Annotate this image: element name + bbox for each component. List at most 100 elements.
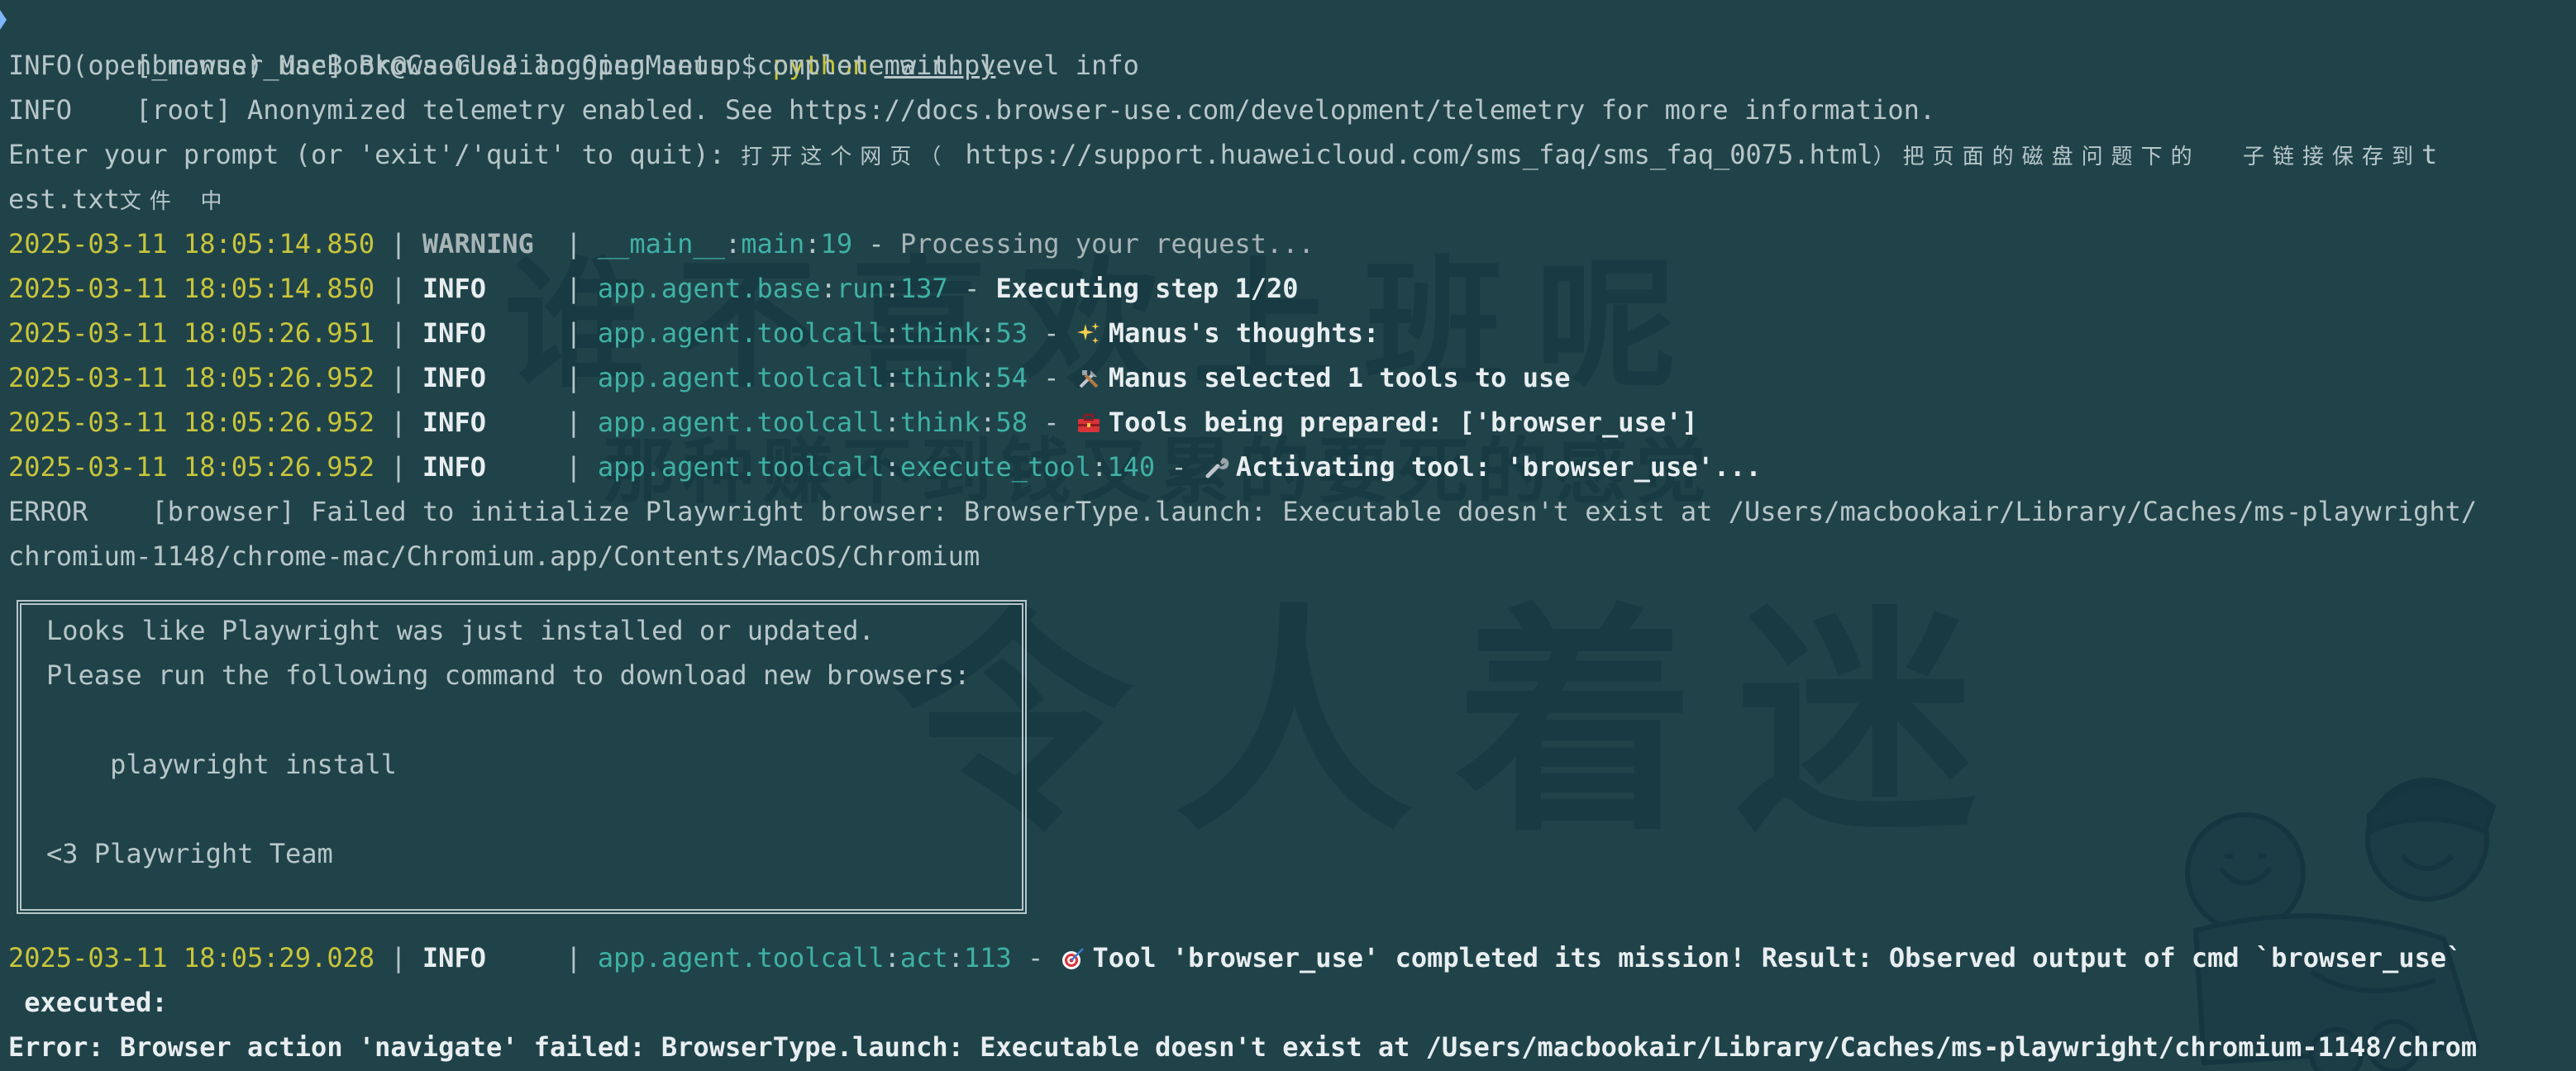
user-prompt-wrap: est.txt文件 中 xyxy=(8,177,231,221)
line-number: 54 xyxy=(995,362,1028,393)
separator: | xyxy=(550,942,598,973)
error-message: Error: Browser action 'navigate' failed:… xyxy=(8,1031,2478,1063)
separator: | xyxy=(550,451,598,483)
wrench-icon xyxy=(1205,457,1229,478)
log-message: Tools being prepared: ['browser_use'] xyxy=(1108,407,1698,438)
separator: - xyxy=(1028,362,1076,393)
module-name: __main__ xyxy=(597,228,725,259)
toolbox-icon xyxy=(1077,413,1100,432)
separator: - xyxy=(1028,407,1076,438)
separator: | xyxy=(550,362,598,393)
line-number: 19 xyxy=(820,228,853,259)
log-level: WARNING xyxy=(422,228,551,259)
log-level: INFO xyxy=(422,317,551,349)
separator: | xyxy=(374,273,422,304)
prompt-cn-3: 文件 中 xyxy=(119,189,231,214)
log-message: Executing step 1/20 xyxy=(995,273,1299,304)
prompt-url: https://support.huaweicloud.com/sms_faq/… xyxy=(949,139,1873,170)
function-name: think xyxy=(899,317,980,349)
line-number: 53 xyxy=(995,317,1028,349)
prompt-cn-1: 打开这个网页（ xyxy=(741,145,950,169)
module-name: app.agent.toolcall xyxy=(597,407,885,438)
prompt-marker-icon xyxy=(0,10,7,30)
timestamp: 2025-03-11 18:05:26.952 xyxy=(8,451,375,483)
function-name: execute_tool xyxy=(899,451,1092,483)
shell-prompt-line: (open_manus) MacBook@CaoGuoJian OpenManu… xyxy=(0,0,995,81)
separator: - xyxy=(1028,317,1076,349)
log-entry: 2025-03-11 18:05:26.951 | INFO | app.age… xyxy=(8,317,1380,349)
log-entry: 2025-03-11 18:05:14.850 | INFO | app.age… xyxy=(8,273,1299,304)
tools-icon xyxy=(1079,370,1099,388)
log-message: Processing your request... xyxy=(899,228,1314,259)
log-message: Activating tool: 'browser_use'... xyxy=(1235,451,1762,483)
timestamp: 2025-03-11 18:05:26.951 xyxy=(8,317,375,349)
error-line-wrap: chromium-1148/chrome-mac/Chromium.app/Co… xyxy=(8,540,980,572)
notice-line: Please run the following command to down… xyxy=(46,659,971,691)
module-name: app.agent.toolcall xyxy=(597,317,885,349)
separator: | xyxy=(550,407,598,438)
function-name: main xyxy=(741,228,805,259)
target-icon xyxy=(1061,948,1084,969)
separator: | xyxy=(374,362,422,393)
notice-command: playwright install xyxy=(46,749,397,780)
notice-line: Looks like Playwright was just installed… xyxy=(46,615,875,646)
sparkles-icon xyxy=(1076,322,1100,344)
log-message: Manus selected 1 tools to use xyxy=(1108,362,1571,393)
function-name: think xyxy=(899,362,980,393)
timestamp: 2025-03-11 18:05:29.028 xyxy=(8,942,375,973)
timestamp: 2025-03-11 18:05:26.952 xyxy=(8,362,375,393)
log-entry: 2025-03-11 18:05:29.028 | INFO | app.age… xyxy=(8,942,2463,973)
log-message: Manus's thoughts: xyxy=(1108,317,1380,349)
log-line: INFO [browser_use] BrowserUse logging se… xyxy=(8,43,1139,88)
function-name: think xyxy=(899,407,980,438)
separator: | xyxy=(374,228,422,259)
log-level: INFO xyxy=(422,362,551,393)
error-line: ERROR [browser] Failed to initialize Pla… xyxy=(8,496,2478,527)
separator: - xyxy=(947,273,996,304)
log-level: INFO xyxy=(422,407,551,438)
function-name: run xyxy=(836,273,885,304)
log-text: [browser_use] BrowserUse logging setup c… xyxy=(72,50,1139,81)
separator: - xyxy=(1155,451,1203,483)
log-level: INFO xyxy=(422,451,551,483)
separator: - xyxy=(1011,942,1060,973)
separator: - xyxy=(852,228,900,259)
prompt-label: Enter your prompt (or 'exit'/'quit' to q… xyxy=(8,139,742,170)
separator: | xyxy=(374,451,422,483)
line-number: 140 xyxy=(1107,451,1156,483)
timestamp: 2025-03-11 18:05:14.850 xyxy=(8,273,375,304)
timestamp: 2025-03-11 18:05:14.850 xyxy=(8,228,375,259)
module-name: app.agent.toolcall xyxy=(597,451,885,483)
log-text: [root] Anonymized telemetry enabled. See… xyxy=(72,94,1936,126)
timestamp: 2025-03-11 18:05:26.952 xyxy=(8,407,375,438)
log-line: INFO [root] Anonymized telemetry enabled… xyxy=(8,88,1935,132)
line-number: 58 xyxy=(995,407,1028,438)
playwright-notice-box: Looks like Playwright was just installed… xyxy=(17,600,1027,914)
function-name: act xyxy=(899,942,948,973)
log-message-wrap: executed: xyxy=(8,987,168,1018)
user-prompt-line: Enter your prompt (or 'exit'/'quit' to q… xyxy=(8,132,2437,177)
log-level: INFO xyxy=(422,942,551,973)
prompt-cn-2: ）把页面的磁盘问题下的 子链接保存到 xyxy=(1872,145,2421,169)
line-number: 137 xyxy=(899,273,948,304)
separator: | xyxy=(374,407,422,438)
separator: | xyxy=(550,273,598,304)
log-entry: 2025-03-11 18:05:26.952 | INFO | app.age… xyxy=(8,451,1762,483)
separator: | xyxy=(550,228,598,259)
line-number: 113 xyxy=(963,942,1012,973)
module-name: app.agent.toolcall xyxy=(597,362,885,393)
log-message: Tool 'browser_use' completed its mission… xyxy=(1092,942,2463,973)
log-level: INFO xyxy=(8,50,73,81)
prompt-wrap: est.txt xyxy=(8,183,120,215)
log-level: INFO xyxy=(8,94,73,126)
log-entry: 2025-03-11 18:05:14.850 | WARNING | __ma… xyxy=(8,228,1314,259)
log-level: INFO xyxy=(422,273,551,304)
separator: | xyxy=(374,317,422,349)
notice-signature: <3 Playwright Team xyxy=(46,838,333,869)
separator: | xyxy=(550,317,598,349)
log-entry: 2025-03-11 18:05:26.952 | INFO | app.age… xyxy=(8,362,1571,393)
separator: | xyxy=(374,942,422,973)
prompt-t: t xyxy=(2421,139,2438,170)
log-entry: 2025-03-11 18:05:26.952 | INFO | app.age… xyxy=(8,407,1698,438)
module-name: app.agent.toolcall xyxy=(597,942,885,973)
